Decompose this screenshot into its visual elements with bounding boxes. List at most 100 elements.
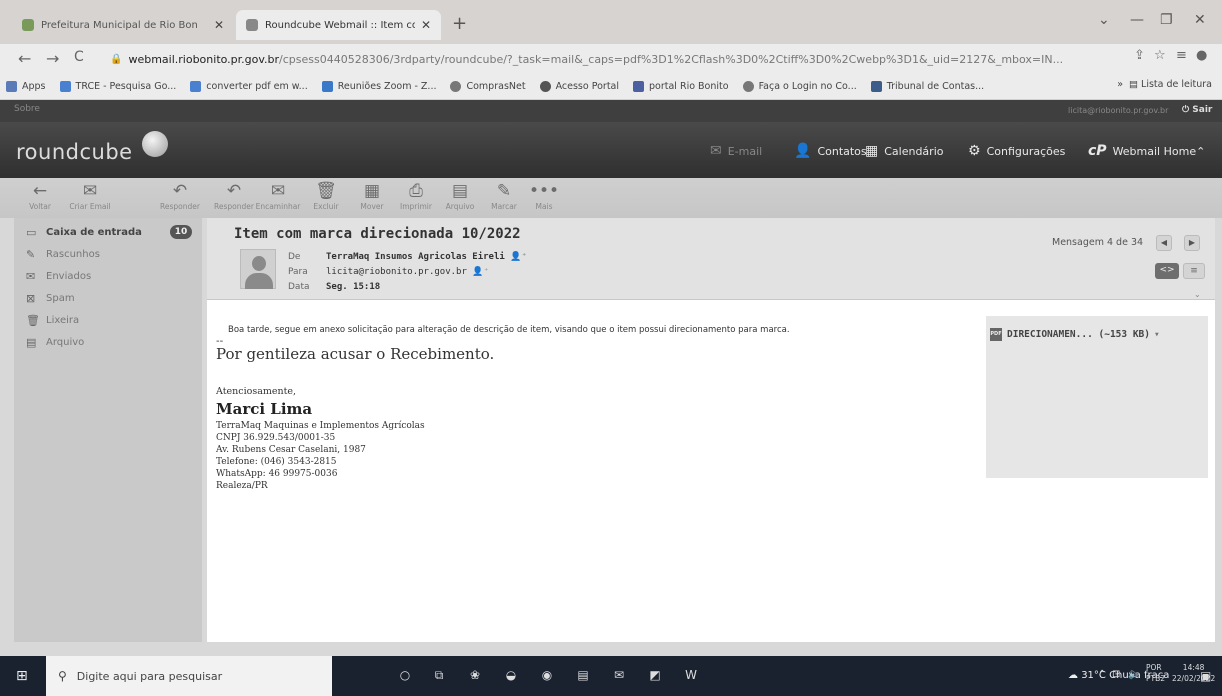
folder-sent[interactable]: ✉ Enviados — [26, 268, 91, 284]
cpanel-icon: cP — [1088, 143, 1107, 159]
current-user: licita@riobonito.pr.gov.br — [1068, 106, 1169, 115]
tray-chevron-icon[interactable]: ⌃ — [1098, 669, 1106, 680]
folder-trash[interactable]: 🗑 Lixeira — [26, 312, 79, 328]
folder-drafts[interactable]: ✎ Rascunhos — [26, 246, 100, 262]
signature-line: Realeza/PR — [216, 481, 268, 491]
back-nav-button[interactable]: ← — [18, 49, 31, 68]
attachment-item[interactable]: PDF DIRECIONAMEN... (~153 KB) ▾ — [990, 328, 1160, 341]
reload-button[interactable]: C — [74, 49, 84, 65]
globe-icon — [450, 81, 462, 92]
to-value[interactable]: licita@riobonito.pr.gov.br 👤⁺ — [326, 267, 489, 277]
bookmark-portal-rio-bonito[interactable]: portal Rio Bonito — [633, 81, 729, 92]
toolbar-delete-button[interactable]: 🗑 Excluir — [300, 180, 352, 211]
nav-contacts[interactable]: 👤 Contatos — [794, 143, 867, 159]
taskbar-app-icon[interactable]: ◩ — [644, 664, 666, 686]
folder-spam[interactable]: ⊠ Spam — [26, 290, 75, 306]
tab-search-icon[interactable]: ⌄ — [1098, 12, 1110, 28]
logout-button[interactable]: ⏻ Sair — [1182, 105, 1212, 115]
from-value[interactable]: TerraMaq Insumos Agricolas Eireli 👤⁺ — [326, 252, 527, 262]
next-message-button[interactable]: ▶ — [1184, 235, 1200, 251]
nav-webmail-home[interactable]: cP Webmail Home ⌃ — [1088, 143, 1205, 159]
expand-header-icon[interactable]: ⌄ — [1194, 290, 1201, 299]
reading-list-button[interactable]: » ▤ Lista de leitura — [1117, 79, 1212, 90]
bookmark-trce[interactable]: TRCE - Pesquisa Go... — [59, 81, 176, 92]
mail-app-icon[interactable]: ✉ — [608, 664, 630, 686]
folder-archive[interactable]: ▤ Arquivo — [26, 334, 84, 350]
signature-name: Marci Lima — [216, 400, 313, 418]
task-view-icon[interactable]: ⧉ — [428, 664, 450, 686]
file-explorer-icon[interactable]: ▤ — [572, 664, 594, 686]
close-tab-icon[interactable]: ✕ — [421, 18, 431, 32]
pdf-file-icon: PDF — [990, 328, 1002, 341]
date-value: Seg. 15:18 — [326, 282, 381, 292]
bookmark-zoom[interactable]: Reuniões Zoom - Z... — [321, 81, 436, 92]
browser-tab-roundcube[interactable]: Roundcube Webmail :: Item com ✕ — [236, 10, 441, 40]
reading-list-icon[interactable]: ≡ — [1176, 48, 1187, 63]
share-icon[interactable]: ⇪ — [1134, 48, 1145, 63]
language-indicator[interactable]: POR PTB2 — [1146, 662, 1165, 684]
nav-settings[interactable]: ⚙ Configurações — [968, 143, 1065, 159]
signature-line: CNPJ 36.929.543/0001-35 — [216, 433, 336, 443]
windows-start-icon[interactable]: ⊞ — [16, 668, 28, 684]
google-icon — [190, 81, 202, 92]
trash-icon: 🗑 — [315, 181, 337, 201]
forward-icon: ✉ — [270, 181, 286, 201]
attachment-menu-icon[interactable]: ▾ — [1154, 329, 1160, 340]
folder-inbox[interactable]: ▭ Caixa de entrada — [26, 224, 142, 240]
roundcube-favicon-icon — [246, 19, 258, 31]
inbox-icon: ▭ — [26, 225, 37, 239]
about-link[interactable]: Sobre — [14, 104, 40, 114]
add-contact-icon[interactable]: 👤⁺ — [472, 267, 489, 277]
notification-icon[interactable]: ▣ — [1200, 669, 1211, 683]
chrome-icon[interactable]: ◉ — [536, 664, 558, 686]
minimize-button[interactable]: — — [1130, 12, 1144, 28]
spam-icon: ⊠ — [26, 291, 36, 305]
previous-message-button[interactable]: ◀ — [1156, 235, 1172, 251]
network-icon[interactable]: ⊡ — [1112, 669, 1120, 680]
plain-text-view-button[interactable]: ≡ — [1183, 263, 1205, 279]
taskbar-app-icon[interactable]: ❀ — [464, 664, 486, 686]
add-contact-icon[interactable]: 👤⁺ — [510, 252, 527, 262]
roundcube-logo[interactable]: roundcube — [16, 140, 133, 164]
maximize-button[interactable]: ❐ — [1160, 12, 1173, 28]
bookmark-tribunal[interactable]: Tribunal de Contas... — [870, 81, 984, 92]
volume-icon[interactable]: 🔈 — [1128, 669, 1140, 680]
profile-avatar-icon[interactable]: ● — [1196, 48, 1207, 63]
portal-icon — [633, 81, 645, 92]
url-host: webmail.riobonito.pr.gov.br — [128, 52, 280, 66]
message-body-line2: Por gentileza acusar o Recebimento. — [216, 345, 495, 363]
toolbar-compose-button[interactable]: ✉ Criar Email — [64, 180, 116, 211]
toolbar-reply-button[interactable]: ↶ Responder — [154, 180, 206, 211]
signature-line: Telefone: (046) 3543-2815 — [216, 457, 337, 467]
toolbar-more-button[interactable]: ••• Mais — [518, 180, 570, 211]
cortana-icon[interactable]: ○ — [394, 664, 416, 686]
weather-cloud-icon: ☁ — [1068, 670, 1082, 681]
url-input[interactable]: 🔒 webmail.riobonito.pr.gov.br/cpsess0440… — [110, 48, 1190, 70]
bookmark-acesso-portal[interactable]: Acesso Portal — [539, 81, 619, 92]
word-icon[interactable]: W — [680, 664, 702, 686]
new-tab-button[interactable]: + — [452, 13, 467, 34]
nav-calendar[interactable]: ▦ Calendário — [865, 143, 943, 159]
taskbar-search-input[interactable]: ⚲ Digite aqui para pesquisar — [46, 656, 332, 696]
roundcube-topline — [0, 100, 1222, 122]
nav-email[interactable]: ✉ E-mail — [710, 143, 762, 159]
toolbar-back-button[interactable]: ← Voltar — [14, 180, 66, 211]
html-view-button[interactable]: <> — [1155, 263, 1179, 279]
trash-icon: 🗑 — [26, 313, 40, 327]
gear-icon: ⚙ — [968, 143, 981, 159]
signature-line: TerraMaq Maquinas e Implementos Agrícola… — [216, 421, 425, 431]
bookmark-converter-pdf[interactable]: converter pdf em w... — [190, 81, 308, 92]
forward-nav-button[interactable]: → — [46, 49, 59, 68]
close-window-button[interactable]: ✕ — [1194, 12, 1206, 28]
bookmark-star-icon[interactable]: ☆ — [1154, 48, 1166, 63]
taskbar-app-icon[interactable]: ◒ — [500, 664, 522, 686]
archive-icon: ▤ — [26, 335, 37, 349]
toolbar-forward-button[interactable]: ✉ Encaminhar — [252, 180, 304, 211]
bookmark-apps[interactable]: Apps — [6, 81, 46, 92]
bookmark-comprasnet[interactable]: ComprasNet — [450, 81, 526, 92]
tribunal-icon — [870, 81, 882, 92]
bookmark-login[interactable]: Faça o Login no Co... — [742, 81, 857, 92]
browser-tab-prefeitura[interactable]: Prefeitura Municipal de Rio Bon ✕ — [12, 10, 234, 40]
more-dots-icon: ••• — [528, 181, 560, 201]
close-tab-icon[interactable]: ✕ — [214, 18, 224, 32]
